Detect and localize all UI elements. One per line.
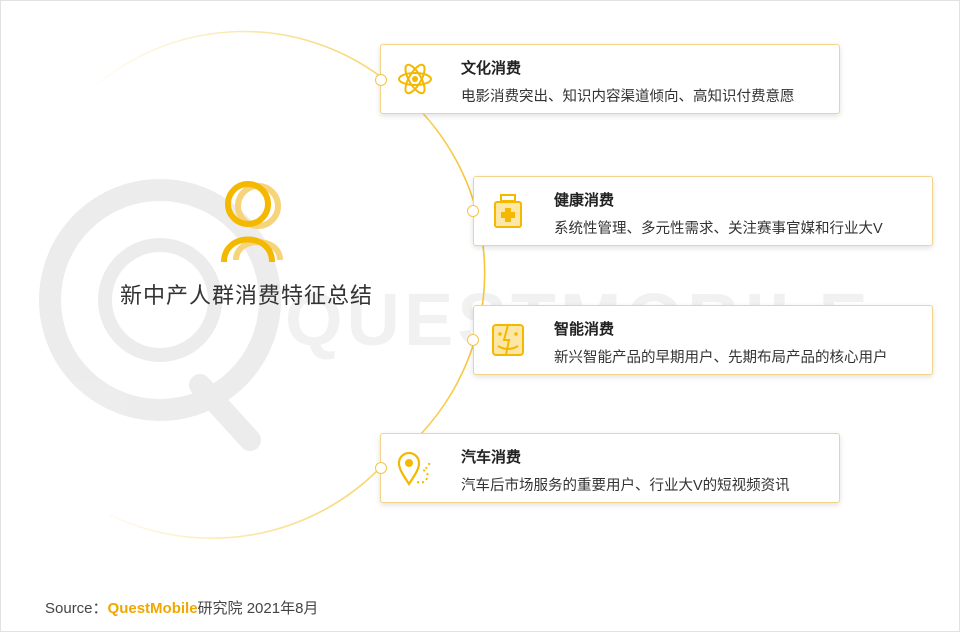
arc-node	[467, 205, 479, 217]
medicine-bottle-icon	[494, 194, 522, 228]
card-desc: 系统性管理、多元性需求、关注赛事官媒和行业大V	[554, 221, 883, 237]
card-auto: 汽车消费 汽车后市场服务的重要用户、行业大V的短视频资讯	[380, 433, 840, 503]
arc-node	[375, 74, 387, 86]
card-health: 健康消费 系统性管理、多元性需求、关注赛事官媒和行业大V	[473, 176, 933, 246]
card-title: 智能消费	[554, 321, 615, 338]
atom-icon	[398, 63, 432, 95]
card-desc: 汽车后市场服务的重要用户、行业大V的短视频资讯	[461, 478, 790, 494]
smart-face-icon	[492, 324, 524, 356]
source-rest: 研究院 2021年8月	[197, 600, 319, 617]
card-desc: 电影消费突出、知识内容渠道倾向、高知识付费意愿	[461, 89, 795, 105]
source-brand: QuestMobile	[107, 600, 198, 617]
center-title: 新中产人群消费特征总结	[120, 283, 374, 308]
card-title: 文化消费	[461, 60, 522, 77]
person-group-icon	[221, 181, 283, 263]
source-label: Source：	[45, 600, 108, 617]
card-title: 健康消费	[554, 192, 615, 209]
center-group: 新中产人群消费特征总结	[100, 170, 410, 320]
source-line: Source：QuestMobile研究院 2021年8月	[45, 597, 318, 618]
card-smart: 智能消费 新兴智能产品的早期用户、先期布局产品的核心用户	[473, 305, 933, 375]
card-desc: 新兴智能产品的早期用户、先期布局产品的核心用户	[554, 350, 888, 366]
arc-node	[375, 462, 387, 474]
location-route-icon	[397, 451, 431, 486]
card-culture: 文化消费 电影消费突出、知识内容渠道倾向、高知识付费意愿	[380, 44, 840, 114]
card-title: 汽车消费	[461, 449, 522, 466]
arc-node	[467, 334, 479, 346]
